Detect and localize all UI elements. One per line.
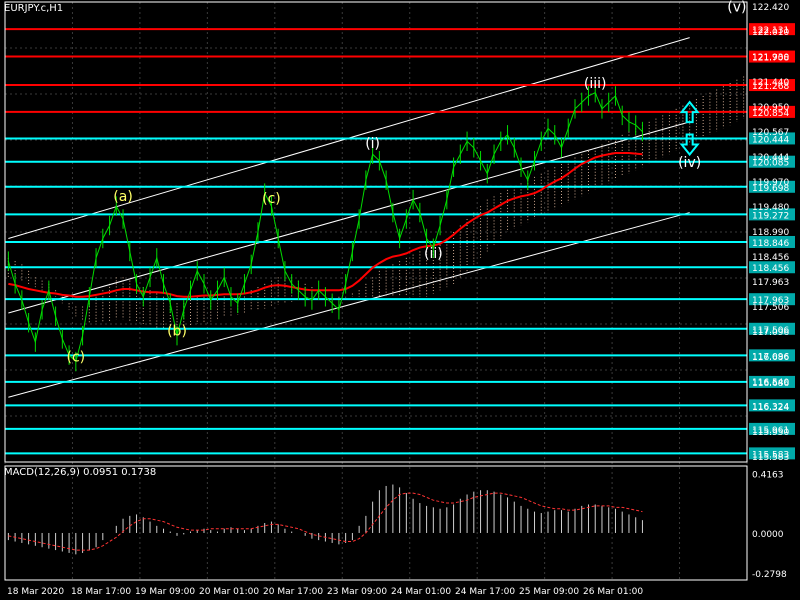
time-tick-label: 20 Mar 17:00	[263, 587, 323, 597]
price-tick-label: 116.540	[752, 378, 789, 388]
macd-label: MACD(12,26,9) 0.0951 0.1738	[4, 467, 157, 478]
price-tick-label: 119.480	[752, 203, 789, 213]
price-tick-label: 117.096	[752, 328, 789, 338]
wave-label: (c)	[262, 191, 281, 207]
price-tick-label: 119.970	[752, 178, 789, 188]
time-tick-label: 19 Mar 09:00	[135, 587, 195, 597]
price-tick-label: 118.456	[752, 253, 789, 263]
wave-label: (iv)	[678, 155, 701, 171]
time-tick-label: 18 Mar 17:00	[71, 587, 131, 597]
wave-label: (iii)	[584, 76, 607, 92]
price-tick-label: 122.420	[752, 3, 789, 13]
price-tick-label: 120.444	[752, 153, 789, 163]
price-tick-label: 122.010	[752, 28, 789, 38]
price-tick-label: 116.686	[752, 353, 789, 363]
price-tick-label: 115.583	[752, 453, 789, 463]
macd-tick-label: 0.4163	[752, 471, 784, 481]
time-tick-label: 24 Mar 17:00	[455, 587, 515, 597]
time-tick-label: 20 Mar 01:00	[199, 587, 259, 597]
time-tick-label: 25 Mar 09:00	[519, 587, 579, 597]
price-tick-label: 115.950	[752, 428, 789, 438]
macd-tick-label: 0.0000	[752, 530, 784, 540]
price-tick-label: 117.506	[752, 303, 789, 313]
symbol-label: EURJPY.c,H1	[4, 3, 64, 14]
time-tick-label: 18 Mar 2020	[7, 587, 64, 597]
price-tick-label: 120.567	[752, 128, 789, 138]
price-tick-label: 120.950	[752, 103, 789, 113]
wave-label: (a)	[113, 189, 133, 205]
time-tick-label: 23 Mar 09:00	[327, 587, 387, 597]
price-chart[interactable]: 122.131121.708121.268120.854120.444120.0…	[0, 0, 800, 600]
wave-label: (b)	[167, 324, 187, 340]
price-tick-label: 121.440	[752, 78, 789, 88]
wave-label: (c)	[67, 350, 86, 366]
support-level-label: 118.846	[752, 239, 789, 249]
price-tick-label: 116.324	[752, 403, 789, 413]
time-tick-label: 24 Mar 01:00	[391, 587, 451, 597]
price-tick-label: 117.963	[752, 278, 789, 288]
price-tick-label: 118.990	[752, 228, 789, 238]
wave-label: (i)	[365, 136, 380, 152]
time-tick-label: 26 Mar 01:00	[583, 587, 643, 597]
price-tick-label: 121.930	[752, 53, 789, 63]
macd-tick-label: -0.2798	[752, 570, 787, 580]
support-level-label: 118.456	[752, 264, 789, 274]
wave-label: (ii)	[424, 246, 443, 262]
